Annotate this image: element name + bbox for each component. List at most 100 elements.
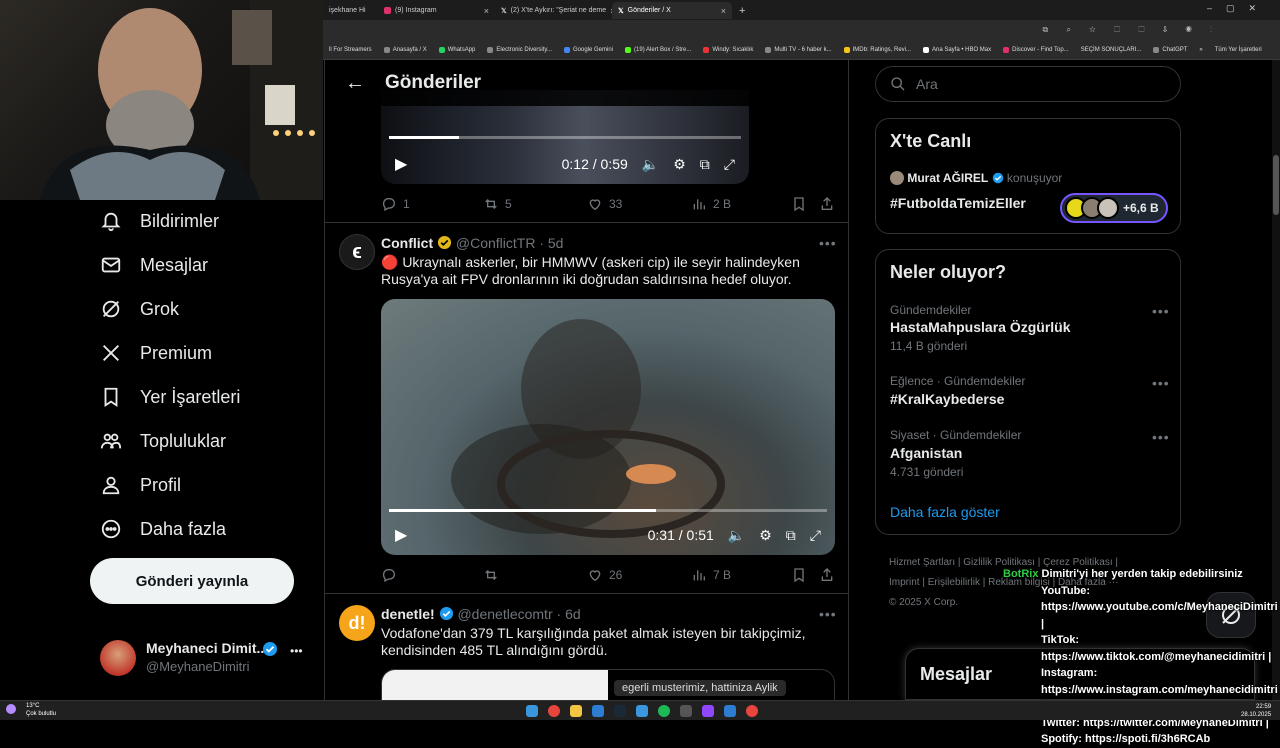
bookmark[interactable]: Google Gemini <box>558 46 619 53</box>
video-progress-bar[interactable] <box>389 509 827 512</box>
account-more-icon[interactable]: ••• <box>290 644 303 658</box>
browser-tab[interactable]: (9) Instagram × <box>378 2 495 19</box>
bookmarks-overflow[interactable]: » <box>1193 47 1208 53</box>
sidebar-item-messages[interactable]: Mesajlar <box>100 250 208 280</box>
tweet-more-icon[interactable]: ••• <box>819 606 837 622</box>
twitch-icon[interactable] <box>702 705 714 717</box>
reply-button[interactable] <box>381 567 403 583</box>
tweet-age[interactable]: · 5d <box>539 235 563 251</box>
reply-button[interactable]: 1 <box>381 196 410 212</box>
weather-widget[interactable]: 13°C Çok bulutlu <box>26 702 56 718</box>
sidebar-item-notifications[interactable]: Bildirimler <box>100 206 219 236</box>
like-button[interactable]: 33 <box>587 196 622 212</box>
bookmark[interactable]: IMDb: Ratings, Revi... <box>838 46 917 53</box>
bookmark-button[interactable] <box>791 567 807 583</box>
settings-icon[interactable]: ⚙ <box>759 527 772 544</box>
bookmark[interactable]: Anasayfa / X <box>378 46 433 53</box>
picture-in-picture-icon[interactable]: ⧉ <box>786 527 796 544</box>
tweet-author[interactable]: Conflict <box>381 235 433 251</box>
fullscreen-icon[interactable]: ⤢ <box>810 527 821 544</box>
browser-toolbar-icons[interactable]: ⧉ ⌕ ☆ ⬚ ⬚ ⇩ ◉ ⋮ <box>1043 25 1220 35</box>
trend-more-icon[interactable]: ••• <box>1152 375 1170 391</box>
post-button[interactable]: Gönderi yayınla <box>90 558 294 604</box>
tweet-age[interactable]: · 6d <box>557 606 581 622</box>
sidebar-item-grok[interactable]: Grok <box>100 294 179 324</box>
new-tab-button[interactable]: + <box>733 2 749 19</box>
app-icon[interactable] <box>592 705 604 717</box>
share-button[interactable] <box>819 196 835 212</box>
account-switcher[interactable]: Meyhaneci Dimit... @MeyhaneDimitri ••• <box>100 636 320 680</box>
live-listeners-pill[interactable]: +6,6 B <box>1060 193 1168 223</box>
volume-icon[interactable]: 🔈 <box>728 527 745 544</box>
tweet-handle[interactable]: @ConflictTR <box>456 235 536 251</box>
bookmark[interactable]: SEÇİM SONUÇLARI... <box>1075 47 1148 53</box>
spotify-icon[interactable] <box>658 705 670 717</box>
footer-link[interactable]: Hizmet Şartları <box>889 557 955 568</box>
repost-button[interactable] <box>483 567 505 583</box>
tweet-handle[interactable]: @denetlecomtr <box>457 606 552 622</box>
all-bookmarks[interactable]: Tüm Yer İşaretleri <box>1209 47 1268 53</box>
steam-icon[interactable] <box>614 705 626 717</box>
sidebar-item-profile[interactable]: Profil <box>100 470 181 500</box>
weather-icon[interactable] <box>6 704 16 714</box>
browser-tab[interactable]: 𝕏(2) X'te Aykırı: "Şeriat ne deme× <box>495 2 612 19</box>
show-more-link[interactable]: Daha fazla göster <box>890 504 1000 520</box>
browser-tab[interactable]: işekhane Hi <box>323 2 378 19</box>
close-icon[interactable]: × <box>484 6 489 16</box>
window-controls[interactable]: –▢✕ <box>1207 3 1270 14</box>
chrome-icon[interactable] <box>548 705 560 717</box>
share-button[interactable] <box>819 567 835 583</box>
bookmark[interactable]: Ana Sayfa • HBO Max <box>917 46 997 53</box>
obs-icon[interactable] <box>746 705 758 717</box>
browser-tab-active[interactable]: 𝕏 Gönderiler / X × <box>612 2 732 19</box>
scrollbar-thumb[interactable] <box>1273 155 1279 215</box>
video-progress-bar[interactable] <box>389 136 741 139</box>
like-button[interactable]: 26 <box>587 567 622 583</box>
avatar[interactable]: ϵ <box>339 234 375 270</box>
search-box[interactable]: Ara <box>875 66 1181 102</box>
bookmark[interactable]: ChatGPT <box>1147 46 1193 53</box>
bookmark-button[interactable] <box>791 196 807 212</box>
folder-icon[interactable] <box>570 705 582 717</box>
views-button[interactable]: 7 B <box>691 567 731 583</box>
repost-button[interactable]: 5 <box>483 196 512 212</box>
sidebar-item-communities[interactable]: Topluluklar <box>100 426 226 456</box>
trend-name[interactable]: #KralKaybederse <box>890 391 1004 407</box>
play-icon[interactable]: ▶ <box>395 154 407 174</box>
live-host-line[interactable]: Murat AĞIREL konuşuyor <box>890 171 1062 185</box>
bookmark[interactable]: Electronic Diversity... <box>481 46 558 53</box>
bookmark[interactable]: (19) Alert Box / Stre... <box>619 46 697 53</box>
avatar[interactable]: d! <box>339 605 375 641</box>
trend-more-icon[interactable]: ••• <box>1152 303 1170 319</box>
trend-more-icon[interactable]: ••• <box>1152 429 1170 445</box>
sidebar-item-more[interactable]: Daha fazla <box>100 514 226 544</box>
search-input[interactable]: Ara <box>916 76 938 92</box>
views-button[interactable]: 2 B <box>691 196 731 212</box>
address-bar[interactable]: ⧉ ⌕ ☆ ⬚ ⬚ ⇩ ◉ ⋮ <box>323 20 1280 40</box>
clock[interactable]: 22:59 28.10.2025 <box>1241 703 1271 719</box>
bookmark[interactable]: Multi TV - 6 haber k... <box>759 46 837 53</box>
close-icon[interactable]: × <box>721 6 726 16</box>
bookmark[interactable]: WhatsApp <box>433 46 482 53</box>
sidebar-item-premium[interactable]: Premium <box>100 338 212 368</box>
tweet-image[interactable]: egerli musterimiz, hattiniza Aylik <box>381 669 835 700</box>
sidebar-item-bookmarks[interactable]: Yer İşaretleri <box>100 382 240 412</box>
play-icon[interactable]: ▶ <box>395 525 407 545</box>
video-player[interactable]: ▶ 0:31 / 0:51 🔈 ⚙ ⧉ ⤢ <box>381 299 835 555</box>
volume-icon[interactable]: 🔈 <box>642 156 659 173</box>
tweet-author[interactable]: denetle! <box>381 606 435 622</box>
app-icon[interactable] <box>680 705 692 717</box>
tweet-more-icon[interactable]: ••• <box>819 235 837 251</box>
settings-icon[interactable]: ⚙ <box>673 156 686 173</box>
trend-name[interactable]: HastaMahpuslara Özgürlük <box>890 319 1071 335</box>
footer-link[interactable]: Erişilebilirlik <box>928 577 980 588</box>
footer-link[interactable]: Imprint <box>889 577 920 588</box>
app-icon[interactable] <box>724 705 736 717</box>
picture-in-picture-icon[interactable]: ⧉ <box>700 156 710 173</box>
back-arrow-icon[interactable]: ← <box>325 72 385 95</box>
live-topic[interactable]: #FutboldaTemizEller <box>890 195 1026 211</box>
bookmark[interactable]: Discover - Find Top... <box>997 46 1075 53</box>
app-icon[interactable] <box>636 705 648 717</box>
bookmark[interactable]: Windy: Sıcaklık <box>697 46 759 53</box>
trend-name[interactable]: Afganistan <box>890 445 962 461</box>
